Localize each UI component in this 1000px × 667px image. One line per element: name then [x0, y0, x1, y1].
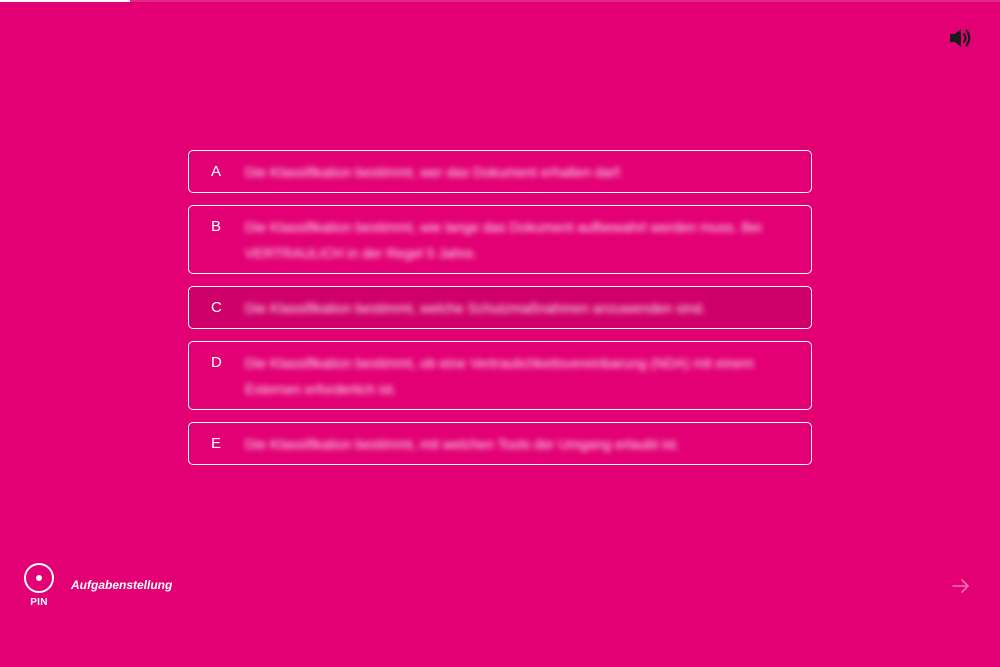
- option-text: Die Klassifikation bestimmt, wer das Dok…: [245, 164, 624, 180]
- pin-dot: [36, 575, 42, 581]
- next-button[interactable]: [951, 576, 971, 596]
- answer-option-b[interactable]: B Die Klassifikation bestimmt, wie lange…: [188, 205, 812, 274]
- speaker-volume-icon: [950, 29, 971, 47]
- progress-fill: [0, 0, 130, 2]
- pin-label: PIN: [30, 597, 48, 608]
- pin-icon: [24, 563, 54, 593]
- option-text: Die Klassifikation bestimmt, wie lange d…: [245, 219, 762, 261]
- answer-options: A Die Klassifikation bestimmt, wer das D…: [188, 150, 812, 477]
- option-letter: A: [211, 163, 222, 180]
- option-text: Die Klassifikation bestimmt, mit welchen…: [245, 436, 680, 452]
- option-text: Die Klassifikation bestimmt, welche Schu…: [245, 300, 706, 316]
- answer-option-e[interactable]: E Die Klassifikation bestimmt, mit welch…: [188, 422, 812, 465]
- arrow-right-icon: [952, 579, 969, 593]
- pin-button[interactable]: PIN: [24, 563, 54, 608]
- sound-button[interactable]: [948, 26, 974, 50]
- answer-option-a[interactable]: A Die Klassifikation bestimmt, wer das D…: [188, 150, 812, 193]
- option-letter: D: [211, 354, 222, 371]
- answer-option-d[interactable]: D Die Klassifikation bestimmt, ob eine V…: [188, 341, 812, 410]
- task-description-link[interactable]: Aufgabenstellung: [71, 578, 172, 592]
- answer-option-c[interactable]: C Die Klassifikation bestimmt, welche Sc…: [188, 286, 812, 329]
- option-letter: B: [211, 218, 222, 235]
- progress-track: [0, 0, 1000, 2]
- option-letter: C: [211, 299, 222, 316]
- option-letter: E: [211, 435, 222, 452]
- option-text: Die Klassifikation bestimmt, ob eine Ver…: [245, 355, 754, 397]
